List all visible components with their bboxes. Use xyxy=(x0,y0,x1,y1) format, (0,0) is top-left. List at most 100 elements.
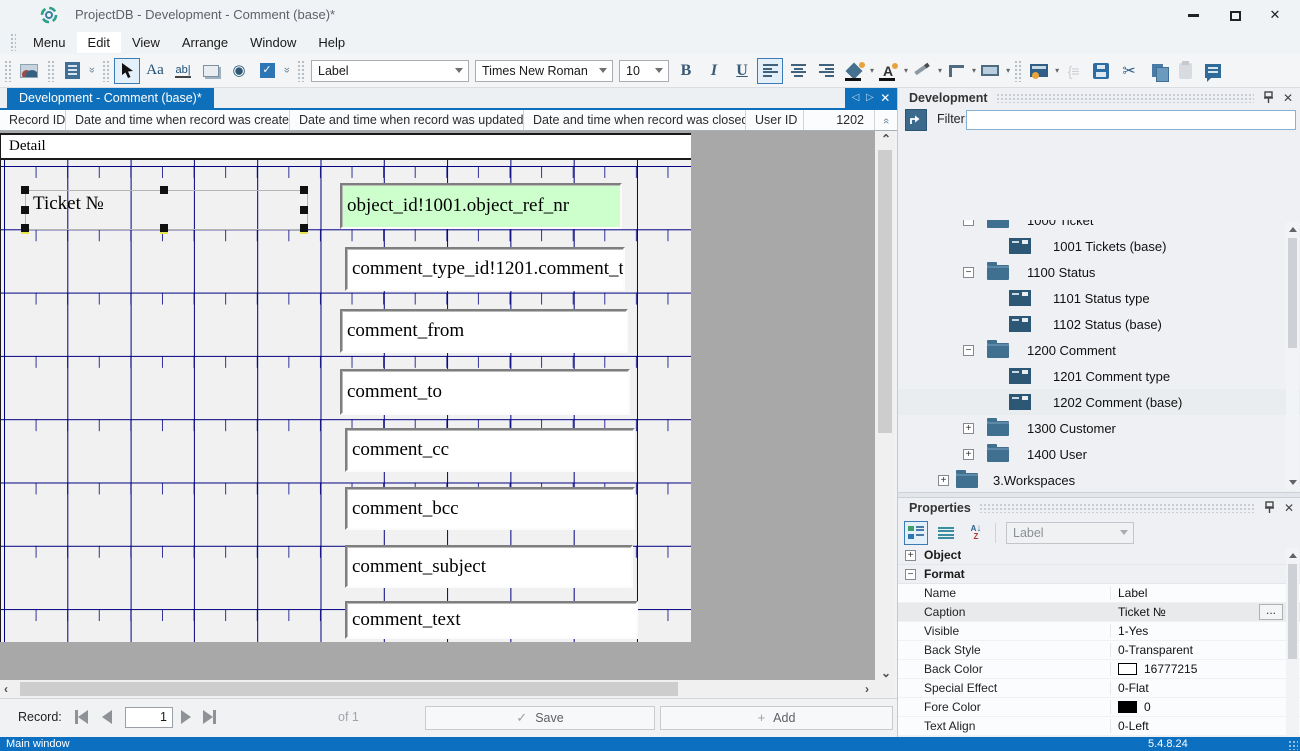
panel-close-icon[interactable]: ✕ xyxy=(1280,91,1296,105)
property-row-visible[interactable]: Visible1-Yes xyxy=(898,622,1300,641)
chevron-down-icon[interactable]: ▾ xyxy=(870,66,874,75)
properties-scroll-thumb[interactable] xyxy=(1288,564,1297,659)
tree-item-workspaces[interactable]: +3.Workspaces xyxy=(898,467,1300,492)
field-list-button[interactable]: {≡ xyxy=(1060,58,1086,84)
property-value[interactable]: 0-Flat xyxy=(1111,681,1300,695)
close-button[interactable]: ✕ xyxy=(1258,4,1292,26)
property-value[interactable]: 0-Transparent xyxy=(1111,643,1300,657)
tree-item-1100-status[interactable]: −1100 Status xyxy=(898,259,1300,285)
canvas-vertical-scrollbar[interactable]: ⌃ ⌄ xyxy=(875,131,895,698)
pin-icon[interactable] xyxy=(1261,501,1277,516)
field-object-ref-nr[interactable]: object_id!1001.object_ref_nr xyxy=(340,183,622,229)
font-size-combo[interactable]: 10 xyxy=(619,60,669,82)
radio-tool-button[interactable]: ◉ xyxy=(226,58,252,84)
image-tool-button[interactable] xyxy=(16,58,42,84)
toolbar-drag-handle-icon[interactable] xyxy=(4,60,11,82)
column-header-created[interactable]: Date and time when record was created xyxy=(66,110,290,130)
properties-scrollbar[interactable] xyxy=(1286,548,1299,751)
vertical-scroll-thumb[interactable] xyxy=(878,150,892,433)
property-value[interactable]: 0 xyxy=(1111,700,1300,714)
menu-item-window[interactable]: Window xyxy=(239,32,307,53)
expander-icon[interactable]: + xyxy=(905,550,916,561)
italic-button[interactable]: I xyxy=(701,58,727,84)
border-style-button[interactable] xyxy=(977,58,1003,84)
tree-item-1101-status-type[interactable]: 1101 Status type xyxy=(898,285,1300,311)
underline-button[interactable]: U xyxy=(729,58,755,84)
tree-item-1001-tickets-base[interactable]: 1001 Tickets (base) xyxy=(898,233,1300,259)
pin-icon[interactable] xyxy=(1260,91,1276,106)
property-row-back-style[interactable]: Back Style0-Transparent xyxy=(898,641,1300,660)
property-row-name[interactable]: NameLabel xyxy=(898,584,1300,603)
expander-icon[interactable]: − xyxy=(905,569,916,580)
tree-scroll-thumb[interactable] xyxy=(1288,238,1297,348)
property-row-fore-color[interactable]: Fore Color0 xyxy=(898,698,1300,717)
next-record-button[interactable] xyxy=(181,708,191,724)
alphabetic-view-button[interactable] xyxy=(934,521,958,545)
cut-button[interactable]: ✂ xyxy=(1116,58,1142,84)
property-row-back-color[interactable]: Back Color16777215 xyxy=(898,660,1300,679)
chevron-down-icon[interactable]: ▾ xyxy=(1055,66,1059,75)
font-color-button[interactable]: A xyxy=(875,58,901,84)
object-selector-combo[interactable]: Label xyxy=(1006,522,1134,544)
resize-grip-icon[interactable] xyxy=(1288,740,1298,750)
previous-record-button[interactable] xyxy=(102,708,112,724)
copy-button[interactable] xyxy=(1144,58,1170,84)
scroll-up-icon[interactable] xyxy=(1289,227,1297,232)
selection-handle[interactable] xyxy=(21,206,29,214)
toolbar-overflow-icon[interactable]: « xyxy=(281,65,293,77)
bold-button[interactable]: B xyxy=(673,58,699,84)
field-comment-from[interactable]: comment_from xyxy=(340,309,628,353)
border-corner-button[interactable] xyxy=(943,58,969,84)
property-category-object[interactable]: +Object xyxy=(898,546,1300,565)
selection-handle[interactable] xyxy=(160,224,168,234)
menu-item-menu[interactable]: Menu xyxy=(22,32,77,53)
detail-section-header[interactable]: Detail xyxy=(1,133,691,160)
checkbox-tool-button[interactable]: ✓ xyxy=(254,58,280,84)
sort-az-button[interactable]: A↓Z xyxy=(964,521,988,545)
property-row-text-align[interactable]: Text Align0-Left xyxy=(898,717,1300,736)
save-record-button[interactable]: ✓Save xyxy=(425,706,655,730)
scroll-right-icon[interactable]: › xyxy=(865,682,869,696)
tree-scrollbar[interactable] xyxy=(1286,222,1299,490)
property-row-caption[interactable]: CaptionTicket №... xyxy=(898,603,1300,622)
notes-button[interactable] xyxy=(1200,58,1226,84)
expander-icon[interactable]: + xyxy=(963,423,974,434)
first-record-button[interactable] xyxy=(75,708,88,724)
scroll-down-icon[interactable] xyxy=(1289,480,1297,485)
tab-close-button[interactable]: ✕ xyxy=(880,88,890,108)
menu-drag-handle-icon[interactable] xyxy=(10,33,16,51)
scroll-up-icon[interactable] xyxy=(1289,553,1297,558)
font-family-combo[interactable]: Times New Roman xyxy=(475,60,613,82)
property-row-special-effect[interactable]: Special Effect0-Flat xyxy=(898,679,1300,698)
align-left-button[interactable] xyxy=(757,58,783,84)
expander-icon[interactable]: − xyxy=(963,345,974,356)
expander-icon[interactable]: + xyxy=(938,475,949,486)
line-color-button[interactable] xyxy=(909,58,935,84)
chevron-down-icon[interactable]: ▾ xyxy=(904,66,908,75)
locate-object-button[interactable] xyxy=(905,109,927,131)
field-comment-subject[interactable]: comment_subject xyxy=(345,545,633,588)
property-category-format[interactable]: −Format xyxy=(898,565,1300,584)
ticket-number-label[interactable]: Ticket № xyxy=(33,193,104,215)
panel-close-icon[interactable]: ✕ xyxy=(1281,501,1297,515)
field-comment-cc[interactable]: comment_cc xyxy=(345,428,635,472)
tree-item-1000-ticket[interactable]: −1000 Ticket xyxy=(898,220,1300,233)
chevron-down-icon[interactable]: ▾ xyxy=(1006,66,1010,75)
tree-item-1102-status-base[interactable]: 1102 Status (base) xyxy=(898,311,1300,337)
align-center-button[interactable] xyxy=(785,58,811,84)
column-header-user-id[interactable]: User ID xyxy=(746,110,804,130)
horizontal-scroll-thumb[interactable] xyxy=(20,682,678,696)
select-cursor-button[interactable] xyxy=(114,58,140,84)
selection-handle[interactable] xyxy=(300,186,308,194)
selection-handle[interactable] xyxy=(300,224,308,234)
canvas-horizontal-scrollbar[interactable]: ‹ › xyxy=(0,680,875,698)
scroll-left-icon[interactable]: ‹ xyxy=(4,682,8,696)
expander-icon[interactable]: + xyxy=(963,449,974,460)
menu-item-arrange[interactable]: Arrange xyxy=(171,32,239,53)
chevron-down-icon[interactable]: ▾ xyxy=(972,66,976,75)
tab-development-comment[interactable]: Development - Comment (base)* xyxy=(7,88,214,108)
paste-button[interactable] xyxy=(1172,58,1198,84)
form-settings-button[interactable] xyxy=(1026,58,1052,84)
ellipsis-button[interactable]: ... xyxy=(1259,604,1283,620)
textbox-tool-button[interactable]: ab| xyxy=(170,58,196,84)
